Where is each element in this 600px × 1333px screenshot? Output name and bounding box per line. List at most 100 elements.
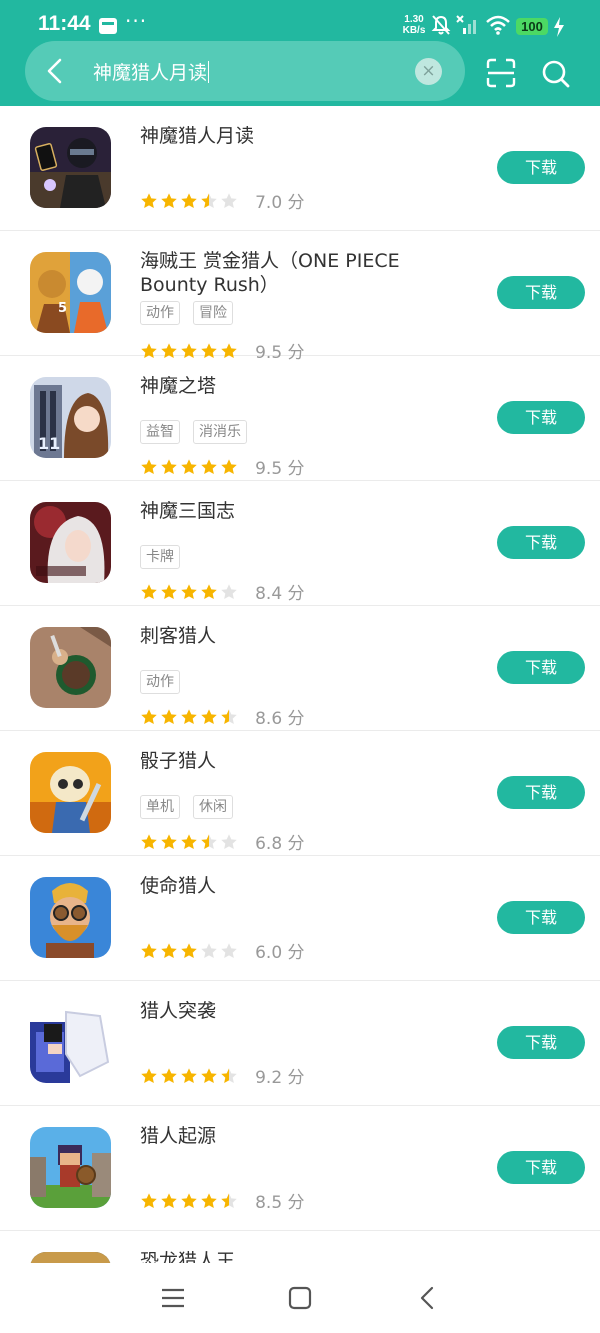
score-unit: 分 <box>287 1193 305 1213</box>
star-icon <box>201 1193 217 1209</box>
list-item[interactable]: 刺客猎人 动作 8.6 分 下载 <box>0 606 600 731</box>
app-name[interactable]: 骰子猎人 <box>140 749 460 773</box>
download-button[interactable]: 下载 <box>497 151 585 184</box>
top-bar: 11:44 ··· 1.30 KB/s 100 神魔猎人月读 × <box>0 0 600 106</box>
home-icon[interactable] <box>287 1285 313 1311</box>
list-item[interactable]: 神魔三国志 卡牌 8.4 分 下载 <box>0 481 600 606</box>
download-button[interactable]: 下载 <box>497 901 585 934</box>
download-button[interactable]: 下载 <box>497 526 585 559</box>
menu-icon[interactable] <box>160 1285 186 1311</box>
app-name[interactable]: 神魔猎人月读 <box>140 124 460 148</box>
star-icon <box>161 1193 177 1209</box>
scan-icon[interactable] <box>486 58 516 88</box>
app-score: 8.4 分 <box>255 579 304 604</box>
score-value: 6.8 <box>255 834 283 854</box>
dice-knight-icon[interactable] <box>30 752 111 833</box>
goggled-hunter-icon[interactable] <box>30 877 111 958</box>
star-icon <box>181 1068 197 1084</box>
star-icon <box>221 193 237 209</box>
search-results-list[interactable]: 神魔猎人月读 7.0 分 下载 5 海贼王 赏金猎人（ONE PIECE Bou… <box>0 106 600 1263</box>
score-unit: 分 <box>287 834 305 854</box>
pirate-fighters-icon[interactable]: 5 <box>30 252 111 333</box>
back-arrow-icon[interactable] <box>40 54 72 88</box>
tag: 消消乐 <box>193 420 247 444</box>
masked-card-warrior-icon[interactable] <box>30 127 111 208</box>
score-value: 9.2 <box>255 1068 283 1088</box>
star-icon <box>161 1068 177 1084</box>
search-box[interactable] <box>25 41 465 101</box>
app-rating: 8.5 分 <box>140 1188 305 1213</box>
score-value: 8.5 <box>255 1193 283 1213</box>
app-tags: 单机 休闲 <box>140 795 246 819</box>
network-speed-value: 1.30 <box>404 14 424 25</box>
star-icon <box>161 834 177 850</box>
star-icon <box>181 943 197 959</box>
star-icon <box>221 1193 237 1209</box>
tag: 动作 <box>140 670 180 694</box>
list-item[interactable]: 5 海贼王 赏金猎人（ONE PIECE Bounty Rush） 动作 冒险 9… <box>0 231 600 363</box>
app-score: 8.6 分 <box>255 704 304 729</box>
app-name[interactable]: 使命猎人 <box>140 874 460 898</box>
score-unit: 分 <box>287 459 305 479</box>
list-item[interactable]: 恐龙猎人王 <box>0 1231 600 1263</box>
pixel-beast-icon[interactable] <box>30 1002 111 1083</box>
search-icon[interactable] <box>540 58 572 90</box>
dinosaur-hunter-icon[interactable] <box>30 1252 111 1263</box>
download-button[interactable]: 下载 <box>497 1026 585 1059</box>
app-score: 6.0 分 <box>255 938 304 963</box>
star-icon <box>161 709 177 725</box>
tag: 益智 <box>140 420 180 444</box>
network-speed-unit: KB/s <box>402 25 426 36</box>
download-button[interactable]: 下载 <box>497 276 585 309</box>
star-icon <box>161 459 177 475</box>
list-item[interactable]: 猎人起源 8.5 分 下载 <box>0 1106 600 1231</box>
battery-level: 100 <box>516 18 548 35</box>
score-value: 8.6 <box>255 709 283 729</box>
anime-girl-tower-icon[interactable]: 11 <box>30 377 111 458</box>
wifi-icon <box>486 15 510 35</box>
star-rating <box>140 941 240 961</box>
app-name[interactable]: 恐龙猎人王 <box>140 1249 460 1263</box>
list-item[interactable]: 骰子猎人 单机 休闲 6.8 分 下载 <box>0 731 600 856</box>
back-icon[interactable] <box>415 1285 441 1311</box>
download-button[interactable]: 下载 <box>497 651 585 684</box>
white-haired-heroine-icon[interactable] <box>30 502 111 583</box>
app-name[interactable]: 猎人突袭 <box>140 999 460 1023</box>
star-icon <box>161 193 177 209</box>
app-score: 9.5 分 <box>255 454 304 479</box>
list-item[interactable]: 使命猎人 6.0 分 下载 <box>0 856 600 981</box>
tag: 冒险 <box>193 301 233 325</box>
list-item[interactable]: 猎人突袭 9.2 分 下载 <box>0 981 600 1106</box>
score-unit: 分 <box>287 943 305 963</box>
star-icon <box>141 193 157 209</box>
app-name[interactable]: 神魔三国志 <box>140 499 460 523</box>
search-query: 神魔猎人月读 <box>93 62 208 84</box>
search-input[interactable]: 神魔猎人月读 <box>93 58 210 85</box>
star-icon <box>221 943 237 959</box>
app-tags: 卡牌 <box>140 545 193 569</box>
app-name[interactable]: 猎人起源 <box>140 1124 460 1148</box>
clear-search-icon[interactable] <box>415 58 442 85</box>
voxel-hero-icon[interactable] <box>30 1127 111 1208</box>
app-tags: 动作 冒险 <box>140 301 246 325</box>
app-name[interactable]: 刺客猎人 <box>140 624 460 648</box>
list-item[interactable]: 神魔猎人月读 7.0 分 下载 <box>0 106 600 231</box>
app-score: 7.0 分 <box>255 188 304 213</box>
svg-text:11: 11 <box>38 434 60 453</box>
score-unit: 分 <box>287 1068 305 1088</box>
download-button[interactable]: 下载 <box>497 401 585 434</box>
star-icon <box>201 584 217 600</box>
star-icon <box>161 584 177 600</box>
download-button[interactable]: 下载 <box>497 1151 585 1184</box>
app-name[interactable]: 海贼王 赏金猎人（ONE PIECE Bounty Rush） <box>140 249 460 297</box>
list-item[interactable]: 11 神魔之塔 益智 消消乐 9.5 分 下载 <box>0 356 600 481</box>
status-time: 11:44 <box>38 12 91 35</box>
star-icon <box>201 943 217 959</box>
score-value: 9.5 <box>255 459 283 479</box>
app-name[interactable]: 神魔之塔 <box>140 374 460 398</box>
app-tags: 益智 消消乐 <box>140 420 260 444</box>
app-rating: 9.5 分 <box>140 454 305 479</box>
download-button[interactable]: 下载 <box>497 776 585 809</box>
app-rating: 7.0 分 <box>140 188 305 213</box>
assassin-topdown-icon[interactable] <box>30 627 111 708</box>
